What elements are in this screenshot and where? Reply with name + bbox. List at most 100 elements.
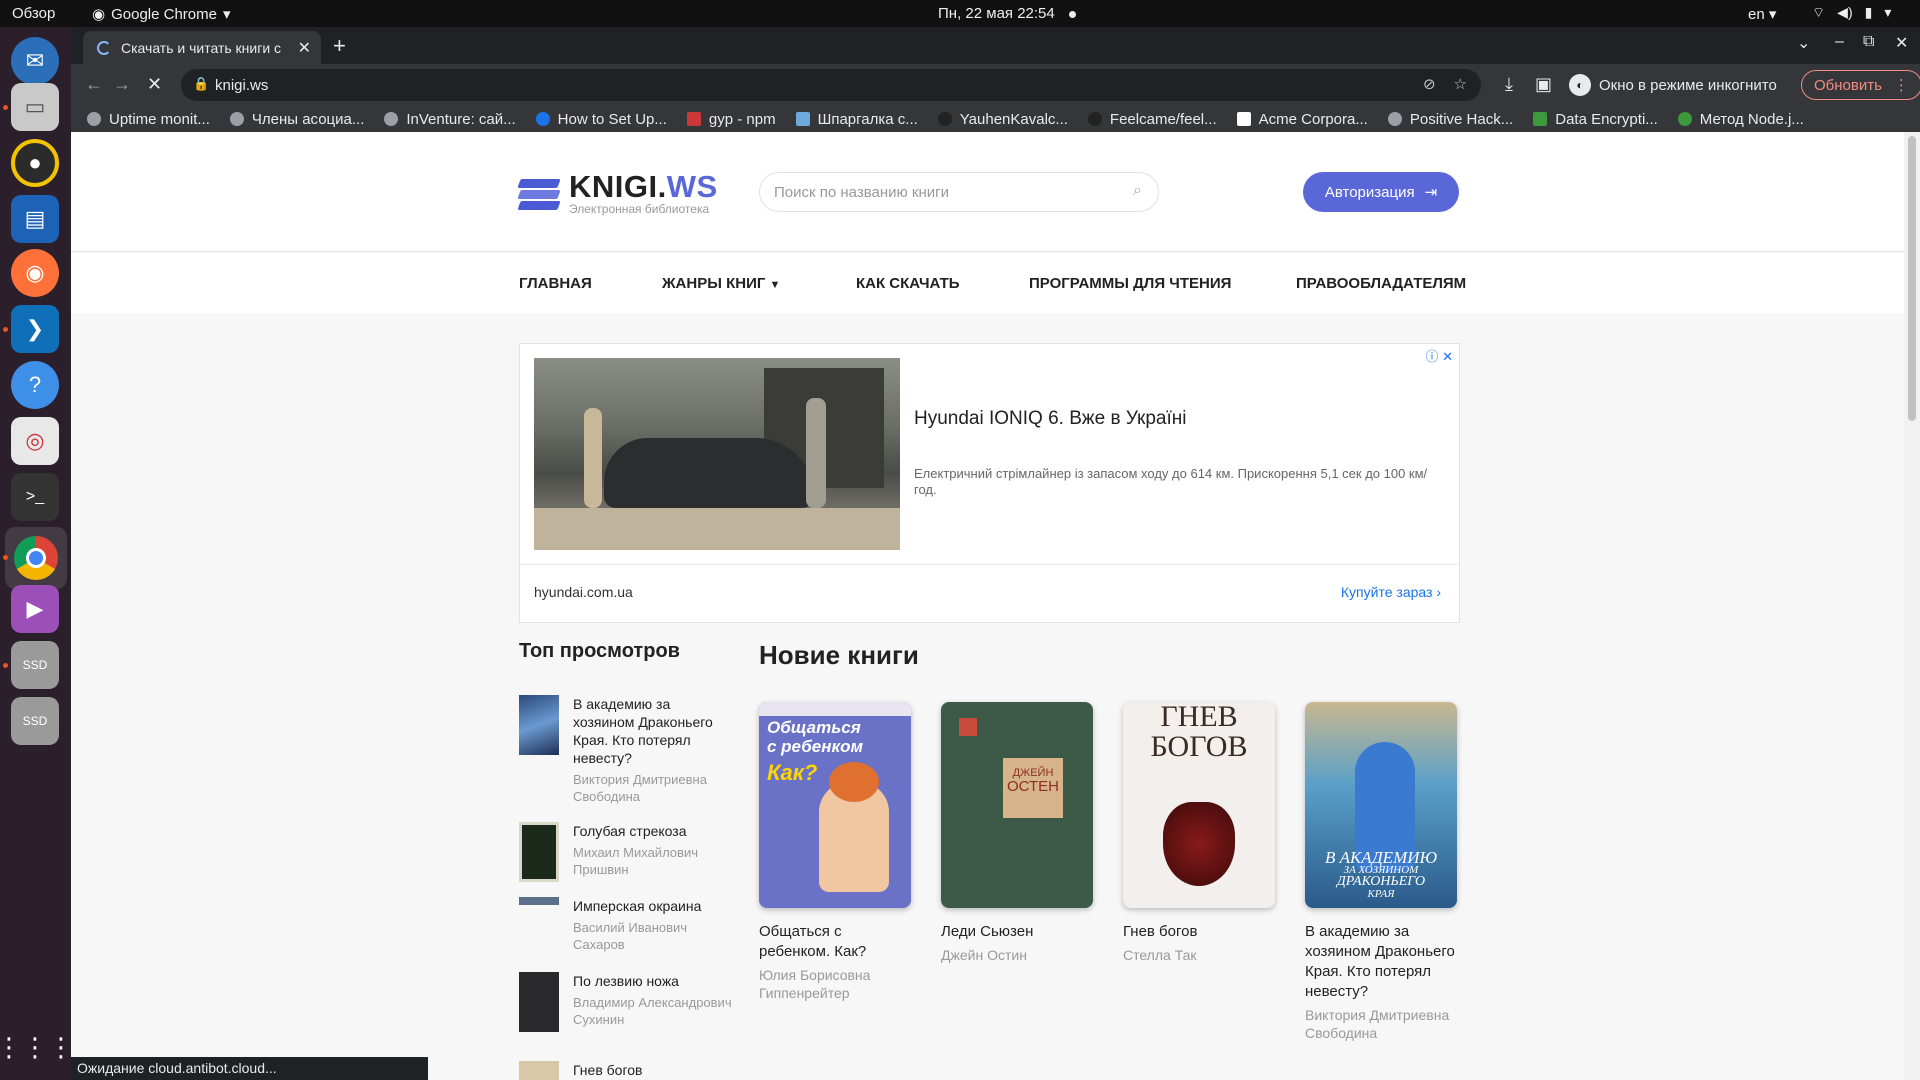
book-title[interactable]: Гнев богов [573,1061,733,1079]
show-apps-icon[interactable]: ⋮⋮⋮ [0,1023,74,1071]
list-item[interactable]: Гнев богов [519,1061,739,1080]
nav-rights-holders[interactable]: Правообладателям [1296,275,1466,292]
book-title[interactable]: Имперская окраина [573,897,733,915]
book-thumbnail[interactable] [519,972,559,1032]
book-title[interactable]: В академию за хозяином Драконьего Края. … [1305,922,1460,1002]
book-author[interactable]: Василий Иванович Сахаров [573,919,733,953]
advertisement[interactable]: Hyundai IONIQ 6. Вже в Україні Електричн… [519,343,1460,623]
page-scrollbar[interactable] [1904,132,1920,1080]
book-title[interactable]: Общаться с ребенком. Как? [759,922,914,962]
login-button[interactable]: Авторизация ⇥ [1303,172,1459,212]
system-tray[interactable]: ⌔ ◀) ▮ ▾ [1812,4,1891,22]
book-author[interactable]: Виктория Дмитриевна Свободина [573,771,733,805]
bookmark[interactable]: YauhenKavalc... [937,111,1068,128]
chrome-dock-icon[interactable] [5,527,67,589]
search-input[interactable]: Поиск по названию книги ⌕ [759,172,1159,212]
book-cover[interactable]: ГНЕВ БОГОВ [1123,702,1275,908]
ad-cta-link[interactable]: Купуйте зараз › [1341,584,1441,600]
address-bar[interactable]: 🔒 knigi.ws ⊘ ☆ [181,69,1481,101]
book-title[interactable]: Гнев богов [1123,922,1278,942]
side-panel-icon[interactable]: ▣ [1535,74,1552,95]
incognito-indicator[interactable]: ◐ Окно в режиме инкогнито [1569,68,1777,102]
bookmark[interactable]: Uptime monit... [87,111,210,128]
bookmark[interactable]: Члены асоциа... [229,111,364,128]
bookmark[interactable]: Data Encrypti... [1533,111,1658,128]
book-card[interactable]: ДЖЕЙН ОСТЕН Леди Сьюзен Джейн Остин [941,702,1096,964]
scrollbar-thumb[interactable] [1908,136,1916,421]
minimize-icon[interactable]: – [1835,33,1844,51]
list-item[interactable]: Голубая стрекоза Михаил Михайлович Пришв… [519,822,739,882]
book-author[interactable]: Стелла Так [1123,946,1278,964]
update-button[interactable]: Обновить ⋮ [1801,70,1920,100]
clock[interactable]: Пн, 22 мая 22:54 [938,5,1076,22]
bookmark-star-icon[interactable]: ☆ [1454,75,1467,93]
bookmark[interactable]: Positive Hack... [1387,111,1513,128]
files-icon[interactable]: ▭ [11,83,59,131]
book-thumbnail[interactable] [519,897,559,905]
book-author[interactable]: Джейн Остин [941,946,1096,964]
list-item[interactable]: Имперская окраина Василий Иванович Сахар… [519,897,739,957]
search-icon[interactable]: ⌕ [1133,182,1142,200]
book-title[interactable]: В академию за хозяином Драконьего Края. … [573,695,733,767]
tab-search-icon[interactable]: ⌄ [1797,33,1810,53]
book-thumbnail[interactable] [519,822,559,882]
language-indicator[interactable]: en ▾ [1748,5,1776,23]
book-author[interactable]: Владимир Александрович Сухинин [573,994,733,1028]
bookmark[interactable]: InVenture: сай... [384,111,516,128]
book-title[interactable]: Голубая стрекоза [573,822,733,840]
vscode-icon[interactable]: ❯ [11,305,59,353]
app-menu[interactable]: ◉ Google Chrome ▾ [92,5,231,24]
close-window-icon[interactable]: ✕ [1895,33,1908,53]
book-thumbnail[interactable] [519,1061,559,1080]
nav-home[interactable]: Главная [519,275,592,292]
ad-image[interactable] [534,358,900,550]
help-icon[interactable]: ? [11,361,59,409]
book-thumbnail[interactable] [519,695,559,755]
writer-icon[interactable]: ▤ [11,195,59,243]
ad-domain[interactable]: hyundai.com.ua [534,584,633,600]
close-tab-icon[interactable]: ✕ [298,38,311,58]
back-icon[interactable]: ← [85,74,103,95]
rhythmbox-icon[interactable]: ● [11,139,59,187]
book-cover[interactable]: ДЖЕЙН ОСТЕН [941,702,1093,908]
book-author[interactable]: Виктория Дмитриевна Свободина [1305,1006,1460,1042]
ad-title[interactable]: Hyundai IONIQ 6. Вже в Україні [914,408,1187,430]
book-card[interactable]: ГНЕВ БОГОВ Гнев богов Стелла Так [1123,702,1278,964]
site-logo[interactable]: KNIGI.WS Электронная библиотека [517,171,718,216]
book-card[interactable]: Общаться с ребенком Как? Общаться с ребен… [759,702,914,1002]
firefox-icon[interactable]: ◉ [11,249,59,297]
thunderbird-icon[interactable]: ✉ [11,37,59,85]
book-title[interactable]: Леди Сьюзен [941,922,1096,942]
bookmark[interactable]: Шпаргалка с... [795,111,918,128]
download-icon[interactable]: ⤓ [1505,74,1513,95]
book-cover[interactable]: Общаться с ребенком Как? [759,702,911,908]
document-viewer-icon[interactable]: ◎ [11,417,59,465]
ad-close-icon[interactable]: ⓘ ✕ [1425,346,1453,365]
book-cover[interactable]: В АКАДЕМИЮ ЗА ХОЗЯИНОМ ДРАКОНЬЕГО КРАЯ [1305,702,1457,908]
terminal-icon[interactable]: >_ [11,473,59,521]
bookmark[interactable]: Acme Corpora... [1236,111,1368,128]
bookmark[interactable]: gyp - npm [686,111,776,128]
restore-icon[interactable]: ⧉ [1863,33,1874,51]
media-player-icon[interactable]: ▶ [11,585,59,633]
book-card[interactable]: В АКАДЕМИЮ ЗА ХОЗЯИНОМ ДРАКОНЬЕГО КРАЯ В… [1305,702,1460,1042]
bookmark[interactable]: Feelcame/feel... [1087,111,1217,128]
ssd-drive-icon[interactable]: SSD [11,641,59,689]
list-item[interactable]: По лезвию ножа Владимир Александрович Су… [519,972,739,1052]
nav-genres[interactable]: Жанры книг ▼ [662,275,780,292]
more-menu-icon[interactable]: ⋮ [1894,76,1909,94]
book-author[interactable]: Михаил Михайлович Пришвин [573,844,733,878]
browser-tab[interactable]: Скачать и читать книги с ✕ [83,31,321,64]
tracking-protection-icon[interactable]: ⊘ [1423,75,1436,93]
bookmark[interactable]: Метод Node.j... [1677,111,1804,128]
new-tab-button[interactable]: + [333,33,346,59]
book-author[interactable]: Юлия Борисовна Гиппенрейтер [759,966,914,1002]
lock-icon[interactable]: 🔒 [193,76,209,92]
nav-how-to-download[interactable]: Как скачать [856,275,960,292]
nav-reader-apps[interactable]: Программы для чтения [1029,275,1231,292]
activities-button[interactable]: Обзор [12,5,55,22]
list-item[interactable]: В академию за хозяином Драконьего Края. … [519,695,739,804]
book-title[interactable]: По лезвию ножа [573,972,733,990]
bookmark[interactable]: How to Set Up... [535,111,667,128]
stop-loading-icon[interactable]: ✕ [147,74,162,95]
